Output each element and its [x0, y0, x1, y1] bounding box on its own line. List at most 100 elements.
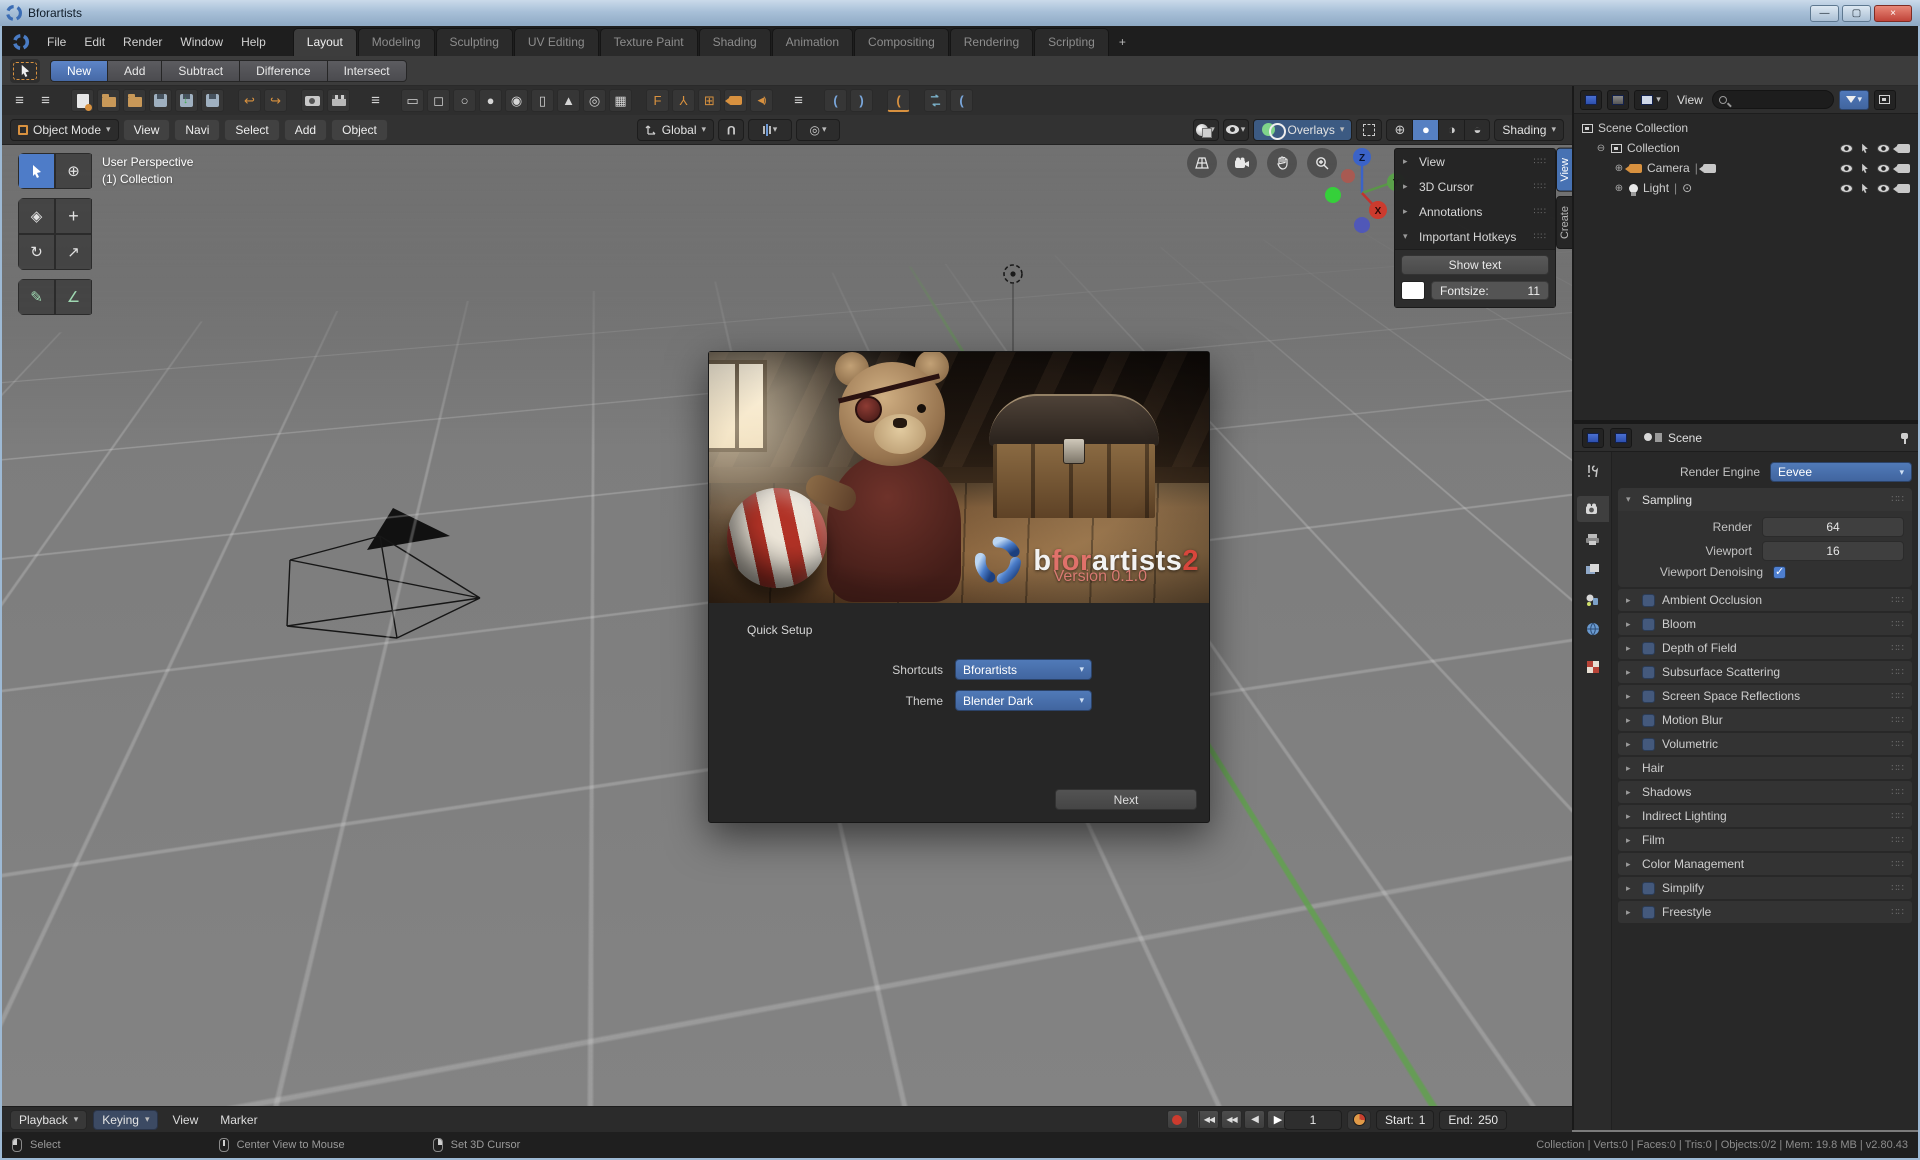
- snap-target-dropdown[interactable]: ▾: [748, 118, 793, 141]
- tab-scripting[interactable]: Scripting: [1034, 28, 1109, 56]
- object-visibility-dropdown[interactable]: ▾: [1192, 118, 1219, 141]
- menu-window[interactable]: Window: [171, 30, 232, 54]
- tab-uv-editing[interactable]: UV Editing: [513, 28, 599, 56]
- sampling-panel-header[interactable]: ▾ Sampling ∷∷: [1618, 488, 1912, 511]
- viewport-menu-navi[interactable]: Navi: [174, 118, 221, 141]
- viewport-menu-object[interactable]: Object: [331, 118, 388, 141]
- frame-end-field[interactable]: End: 250: [1439, 1109, 1508, 1130]
- add-plane-icon[interactable]: ▭: [401, 89, 424, 112]
- camera-object[interactable]: [285, 498, 495, 658]
- outliner-search-input[interactable]: [1711, 90, 1834, 109]
- tab-texture[interactable]: [1577, 654, 1609, 680]
- section-hair[interactable]: ▸ Hair ∷∷: [1618, 757, 1912, 779]
- npanel-section-hotkeys[interactable]: ▾ Important Hotkeys ∷∷: [1395, 224, 1555, 249]
- render-visibility-icon[interactable]: [1893, 183, 1910, 193]
- orientation-dropdown[interactable]: Global ▾: [636, 118, 715, 141]
- annotate-tool[interactable]: ✎: [18, 279, 55, 315]
- render-animation-icon[interactable]: [327, 89, 350, 112]
- drag-handle-icon[interactable]: ∷∷: [1534, 181, 1547, 192]
- timeline-marker-menu[interactable]: Marker: [212, 1113, 265, 1127]
- repeat-last-icon[interactable]: (: [887, 89, 910, 112]
- add-grid-icon[interactable]: ▦: [609, 89, 632, 112]
- motion-blur-checkbox[interactable]: [1642, 713, 1655, 727]
- section-screen-space-reflections[interactable]: ▸ Screen Space Reflections ∷∷: [1618, 685, 1912, 707]
- toolbar-menu-icon[interactable]: ≡: [8, 89, 31, 112]
- editor-type-button[interactable]: [1580, 89, 1602, 110]
- tab-shading[interactable]: Shading: [698, 28, 771, 56]
- selectable-cursor-icon[interactable]: [1860, 182, 1870, 194]
- fontsize-field[interactable]: Fontsize: 11: [1431, 281, 1549, 300]
- screen-space-reflections-checkbox[interactable]: [1642, 689, 1655, 703]
- outliner-row-camera[interactable]: ⊕ Camera |: [1574, 158, 1918, 178]
- new-file-icon[interactable]: [71, 89, 94, 112]
- expand-icon[interactable]: ⊕: [1614, 163, 1624, 174]
- npanel-section-3d-cursor[interactable]: ▸ 3D Cursor ∷∷: [1395, 174, 1555, 199]
- wireframe-shading-button[interactable]: ⊕: [1386, 118, 1413, 141]
- add-circle-icon[interactable]: ○: [453, 89, 476, 112]
- section-subsurface-scattering[interactable]: ▸ Subsurface Scattering ∷∷: [1618, 661, 1912, 683]
- viewport-visibility-icon[interactable]: [1877, 163, 1890, 173]
- open-file-icon[interactable]: [97, 89, 120, 112]
- move-tool[interactable]: +: [55, 198, 92, 234]
- tab-modeling[interactable]: Modeling: [357, 28, 435, 56]
- minimize-button[interactable]: —: [1810, 4, 1839, 22]
- outliner-row-scene-collection[interactable]: Scene Collection: [1574, 118, 1918, 138]
- tab-render[interactable]: [1576, 496, 1609, 522]
- section-simplify[interactable]: ▸ Simplify ∷∷: [1618, 877, 1912, 899]
- export-icon[interactable]: ↪: [264, 89, 287, 112]
- filter-button[interactable]: ▾: [1838, 89, 1869, 110]
- hide-eye-icon[interactable]: [1840, 183, 1853, 193]
- tab-view[interactable]: View: [1556, 148, 1572, 192]
- render-visibility-icon[interactable]: [1893, 143, 1910, 153]
- proportional-editing-dropdown[interactable]: ◎ ▾: [796, 118, 841, 141]
- pin-icon[interactable]: [1898, 432, 1910, 444]
- rotate-tool[interactable]: ↻: [18, 234, 55, 270]
- toggle-perspective-button[interactable]: [1187, 148, 1217, 178]
- add-cone-icon[interactable]: ▲: [557, 89, 580, 112]
- tab-output[interactable]: [1577, 526, 1609, 552]
- playback-dropdown[interactable]: Playback ▾: [10, 1109, 88, 1130]
- hide-eye-icon[interactable]: [1840, 163, 1853, 173]
- overlays-toggle[interactable]: Overlays ▾: [1252, 118, 1353, 141]
- new-collection-button[interactable]: [1873, 89, 1896, 110]
- toolbar-menu3-icon[interactable]: ≡: [364, 89, 387, 112]
- toolbar-menu2-icon[interactable]: ≡: [34, 89, 57, 112]
- use-preview-range-button[interactable]: [1347, 1109, 1371, 1130]
- selectable-cursor-icon[interactable]: [1860, 142, 1870, 154]
- section-shadows[interactable]: ▸ Shadows ∷∷: [1618, 781, 1912, 803]
- tab-texture-paint[interactable]: Texture Paint: [599, 28, 698, 56]
- viewport-visibility-icon[interactable]: [1877, 183, 1890, 193]
- theme-dropdown[interactable]: Blender Dark ▾: [955, 690, 1092, 711]
- menu-file[interactable]: File: [38, 30, 75, 54]
- open-recent-icon[interactable]: [123, 89, 146, 112]
- shortcuts-dropdown[interactable]: Bforartists ▾: [955, 659, 1092, 680]
- bloom-checkbox[interactable]: [1642, 617, 1655, 631]
- new-button[interactable]: New: [50, 59, 108, 82]
- auto-keying-button[interactable]: [1166, 1110, 1188, 1129]
- subtract-button[interactable]: Subtract: [161, 59, 240, 82]
- denoising-checkbox[interactable]: [1773, 565, 1786, 579]
- tab-layout[interactable]: Layout: [292, 28, 357, 56]
- outliner-row-light[interactable]: ⊕ Light | ⊙: [1574, 178, 1918, 198]
- menu-help[interactable]: Help: [232, 30, 275, 54]
- render-visibility-icon[interactable]: [1893, 163, 1910, 173]
- close-button[interactable]: ×: [1874, 4, 1912, 22]
- expand-icon[interactable]: ⊕: [1614, 183, 1624, 194]
- menu-render[interactable]: Render: [114, 30, 171, 54]
- section-freestyle[interactable]: ▸ Freestyle ∷∷: [1618, 901, 1912, 923]
- add-torus-icon[interactable]: ◎: [583, 89, 606, 112]
- gizmos-button[interactable]: [1356, 118, 1383, 141]
- freestyle-checkbox[interactable]: [1642, 905, 1655, 919]
- depth-of-field-checkbox[interactable]: [1642, 641, 1655, 655]
- save-copy-icon[interactable]: [201, 89, 224, 112]
- tab-tool[interactable]: [1577, 458, 1609, 484]
- add-button[interactable]: Add: [107, 59, 162, 82]
- display-mode-dropdown[interactable]: ▾: [1634, 89, 1668, 110]
- section-bloom[interactable]: ▸ Bloom ∷∷: [1618, 613, 1912, 635]
- save-as-icon[interactable]: [175, 89, 198, 112]
- previous-frame-button[interactable]: ◀: [1244, 1110, 1265, 1129]
- tab-animation[interactable]: Animation: [771, 28, 854, 56]
- tab-view-layer[interactable]: [1577, 556, 1609, 582]
- import-icon[interactable]: ↩: [238, 89, 261, 112]
- section-film[interactable]: ▸ Film ∷∷: [1618, 829, 1912, 851]
